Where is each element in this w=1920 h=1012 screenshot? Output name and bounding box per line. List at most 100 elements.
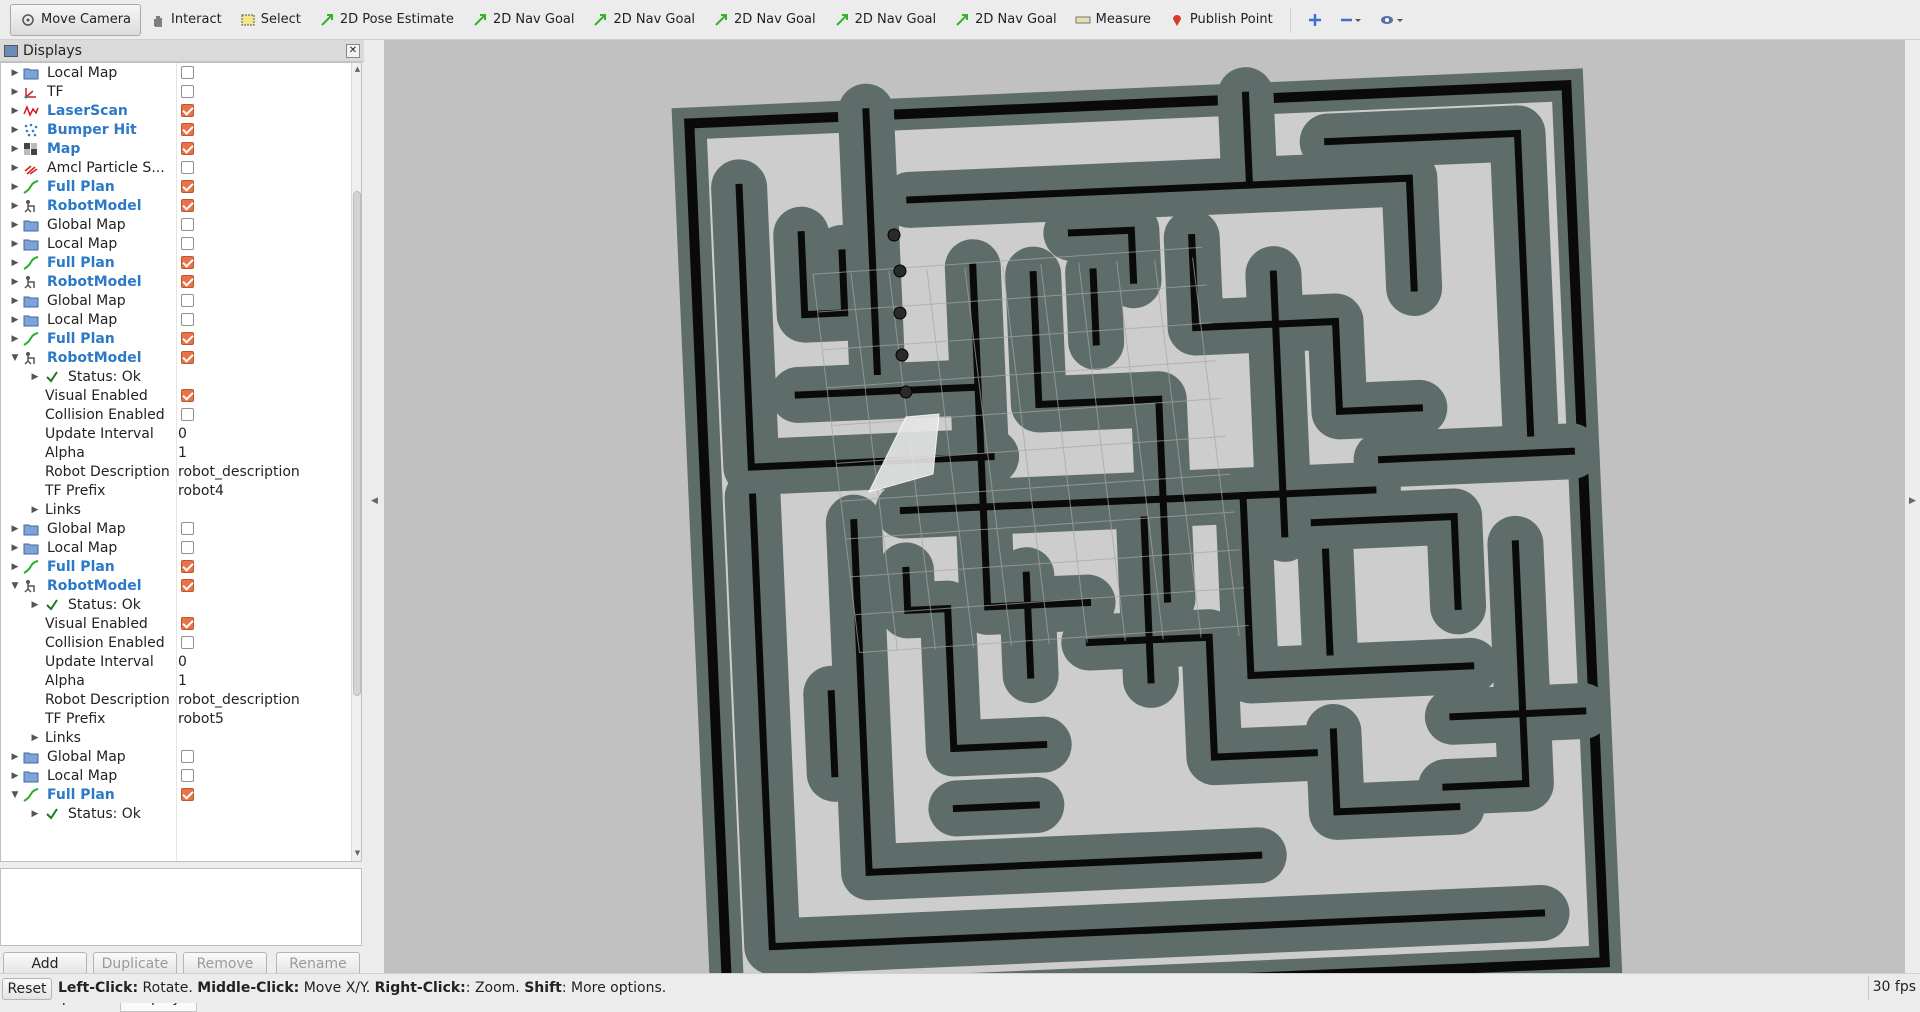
scroll-up-icon[interactable]: ▲ <box>353 65 361 73</box>
display-enable-checkbox[interactable] <box>181 332 194 345</box>
display-row[interactable]: ▶ Status: Ok <box>1 804 361 823</box>
display-row[interactable]: TF Prefix robot4 <box>1 481 361 500</box>
property-value[interactable]: robot_description <box>178 692 300 708</box>
property-value[interactable]: 0 <box>178 426 187 442</box>
display-enable-checkbox[interactable] <box>181 389 194 402</box>
expand-arrow-icon[interactable]: ▶ <box>10 543 20 553</box>
display-enable-checkbox[interactable] <box>181 294 194 307</box>
scrollbar-thumb[interactable] <box>353 191 361 696</box>
tool-2d-nav-goal[interactable]: 2D Nav Goal <box>825 4 946 36</box>
display-row[interactable]: ▶ Full Plan <box>1 329 361 348</box>
expand-arrow-icon[interactable]: ▶ <box>10 771 20 781</box>
display-enable-checkbox[interactable] <box>181 180 194 193</box>
collapse-left-icon[interactable]: ◀ <box>371 496 378 506</box>
property-value[interactable]: robot4 <box>178 483 224 499</box>
display-row[interactable]: Collision Enabled <box>1 405 361 424</box>
display-row[interactable]: ▶ Global Map <box>1 215 361 234</box>
display-row[interactable]: ▶ Global Map <box>1 291 361 310</box>
display-enable-checkbox[interactable] <box>181 351 194 364</box>
expand-arrow-icon[interactable]: ▶ <box>10 752 20 762</box>
expand-arrow-icon[interactable]: ▶ <box>10 87 20 97</box>
scroll-down-icon[interactable]: ▼ <box>353 849 361 857</box>
remove-tool-icon[interactable] <box>1331 4 1371 36</box>
display-enable-checkbox[interactable] <box>181 769 194 782</box>
expand-arrow-icon[interactable]: ▶ <box>10 524 20 534</box>
display-row[interactable]: ▶ Bumper Hit <box>1 120 361 139</box>
display-row[interactable]: ▶ Map <box>1 139 361 158</box>
expand-arrow-icon[interactable]: ▶ <box>30 733 40 743</box>
display-enable-checkbox[interactable] <box>181 750 194 763</box>
display-row[interactable]: ▼ RobotModel <box>1 348 361 367</box>
displays-tree[interactable]: ▶ Local Map ▶ TF ▶ LaserScan ▶ Bumper Hit ▶ Map ▶ A… <box>0 62 362 862</box>
right-splitter[interactable]: ▶ <box>1905 40 1920 973</box>
display-row[interactable]: ▶ TF <box>1 82 361 101</box>
expand-arrow-icon[interactable]: ▶ <box>30 505 40 515</box>
display-row[interactable]: Update Interval 0 <box>1 424 361 443</box>
tool-2d-nav-goal[interactable]: 2D Nav Goal <box>945 4 1066 36</box>
expand-arrow-icon[interactable]: ▶ <box>30 600 40 610</box>
tool-2d-nav-goal[interactable]: 2D Nav Goal <box>704 4 825 36</box>
expand-arrow-icon[interactable]: ▶ <box>10 315 20 325</box>
display-row[interactable]: Visual Enabled <box>1 386 361 405</box>
tool-publish-point[interactable]: Publish Point <box>1160 4 1282 36</box>
display-row[interactable]: ▶ Amcl Particle S... <box>1 158 361 177</box>
display-enable-checkbox[interactable] <box>181 788 194 801</box>
display-enable-checkbox[interactable] <box>181 617 194 630</box>
tool-2d-nav-goal[interactable]: 2D Nav Goal <box>583 4 704 36</box>
tool-move-camera[interactable]: Move Camera <box>10 3 142 36</box>
display-enable-checkbox[interactable] <box>181 218 194 231</box>
display-enable-checkbox[interactable] <box>181 579 194 592</box>
display-row[interactable]: Robot Description robot_description <box>1 690 361 709</box>
expand-arrow-icon[interactable]: ▶ <box>10 144 20 154</box>
tool-interact[interactable]: Interact <box>141 4 231 36</box>
display-enable-checkbox[interactable] <box>181 560 194 573</box>
display-enable-checkbox[interactable] <box>181 522 194 535</box>
display-row[interactable]: Robot Description robot_description <box>1 462 361 481</box>
display-enable-checkbox[interactable] <box>181 256 194 269</box>
display-row[interactable]: ▶ LaserScan <box>1 101 361 120</box>
property-value[interactable]: 1 <box>178 445 187 461</box>
display-enable-checkbox[interactable] <box>181 199 194 212</box>
display-row[interactable]: ▶ Links <box>1 728 361 747</box>
display-row[interactable]: ▶ Local Map <box>1 310 361 329</box>
display-enable-checkbox[interactable] <box>181 142 194 155</box>
display-row[interactable]: ▶ Full Plan <box>1 253 361 272</box>
expand-arrow-icon[interactable]: ▶ <box>10 163 20 173</box>
display-row[interactable]: ▶ Local Map <box>1 538 361 557</box>
display-row[interactable]: ▶ Full Plan <box>1 177 361 196</box>
display-row[interactable]: Update Interval 0 <box>1 652 361 671</box>
expand-arrow-icon[interactable]: ▶ <box>30 809 40 819</box>
display-row[interactable]: ▼ RobotModel <box>1 576 361 595</box>
close-icon[interactable]: ✕ <box>346 44 360 58</box>
display-row[interactable]: Collision Enabled <box>1 633 361 652</box>
display-enable-checkbox[interactable] <box>181 123 194 136</box>
display-enable-checkbox[interactable] <box>181 275 194 288</box>
display-row[interactable]: ▶ RobotModel <box>1 272 361 291</box>
collapse-arrow-icon[interactable]: ▼ <box>10 581 20 591</box>
display-row[interactable]: ▶ Status: Ok <box>1 367 361 386</box>
collapse-arrow-icon[interactable]: ▼ <box>10 790 20 800</box>
display-row[interactable]: ▶ Global Map <box>1 519 361 538</box>
expand-arrow-icon[interactable]: ▶ <box>10 296 20 306</box>
expand-arrow-icon[interactable]: ▶ <box>10 125 20 135</box>
property-value[interactable]: 1 <box>178 673 187 689</box>
expand-arrow-icon[interactable]: ▶ <box>10 182 20 192</box>
display-enable-checkbox[interactable] <box>181 85 194 98</box>
left-splitter[interactable]: ◀ <box>364 40 384 973</box>
expand-arrow-icon[interactable]: ▶ <box>10 68 20 78</box>
display-row[interactable]: Alpha 1 <box>1 443 361 462</box>
display-enable-checkbox[interactable] <box>181 104 194 117</box>
display-enable-checkbox[interactable] <box>181 313 194 326</box>
expand-arrow-icon[interactable]: ▶ <box>10 277 20 287</box>
expand-arrow-icon[interactable]: ▶ <box>10 106 20 116</box>
expand-arrow-icon[interactable]: ▶ <box>10 201 20 211</box>
collapse-arrow-icon[interactable]: ▼ <box>10 353 20 363</box>
display-row[interactable]: ▶ Local Map <box>1 234 361 253</box>
expand-arrow-icon[interactable]: ▶ <box>10 334 20 344</box>
display-row[interactable]: ▶ Local Map <box>1 766 361 785</box>
display-row[interactable]: Alpha 1 <box>1 671 361 690</box>
tree-scrollbar[interactable]: ▲ ▼ <box>351 63 361 861</box>
tool-2d-pose-estimate[interactable]: 2D Pose Estimate <box>310 4 463 36</box>
display-enable-checkbox[interactable] <box>181 408 194 421</box>
display-row[interactable]: Visual Enabled <box>1 614 361 633</box>
